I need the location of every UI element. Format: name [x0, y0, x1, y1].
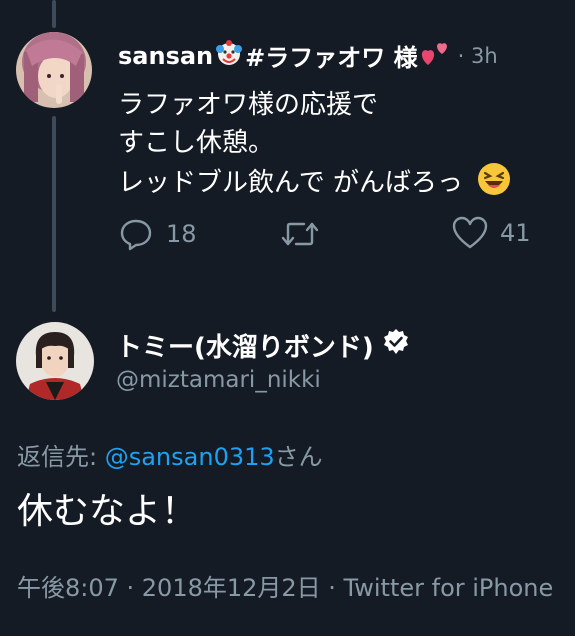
two-hearts-icon: [420, 39, 450, 73]
tweet1-line-with-emoji: レッドブル飲んで がんばろっ: [118, 162, 568, 207]
tweet2-display-name-row: トミー(水溜りボンド): [116, 327, 410, 364]
retweet-icon: [280, 216, 320, 252]
tweet-thread: sansan #ラファオワ 様 · 3h ラファオワ様の応援で すこし休憩。 レ…: [0, 0, 575, 636]
reply-to-suffix: さん: [274, 443, 323, 471]
verified-badge-icon: [382, 328, 410, 363]
reply-to-mention-link[interactable]: @sansan0313: [105, 443, 275, 471]
laughing-face-icon: [477, 162, 511, 207]
tweet2-handle[interactable]: @miztamari_nikki: [116, 367, 321, 393]
thread-line-connector: [52, 116, 56, 312]
like-icon: [452, 216, 488, 250]
like-count: 41: [500, 219, 531, 247]
tweet2-text: 休むなよ！: [17, 491, 198, 532]
tweet1-display-name[interactable]: sansan: [118, 42, 213, 70]
like-button[interactable]: 41: [452, 216, 531, 250]
clown-face-icon: [215, 39, 243, 73]
tweet1-text: ラファオワ様の応援で すこし休憩。 レッドブル飲んで がんばろっ: [118, 86, 568, 207]
reply-to-line: 返信先: @sansan0313さん: [17, 437, 323, 472]
retweet-button[interactable]: [280, 216, 320, 252]
tweet1-actions: 18 41: [118, 216, 558, 256]
tweet1-line: ラファオワ様の応援で: [118, 90, 379, 120]
tweet2-timestamp: 午後8:07 · 2018年12月2日 · Twitter for iPhone: [17, 574, 554, 602]
avatar-sansan[interactable]: [16, 32, 92, 108]
tweet1-header: sansan #ラファオワ 様 · 3h: [118, 38, 498, 73]
avatar-tomy[interactable]: [16, 322, 94, 400]
thread-line-top: [52, 0, 56, 28]
reply-icon: [118, 216, 154, 252]
reply-count: 18: [166, 220, 197, 248]
reply-to-prefix: 返信先:: [17, 443, 105, 471]
tweet1-time: · 3h: [457, 43, 498, 68]
tweet1-name-suffix: #ラファオワ 様: [245, 44, 418, 72]
tweet2-display-name[interactable]: トミー(水溜りボンド): [116, 327, 374, 364]
reply-button[interactable]: 18: [118, 216, 197, 252]
tweet1-line: すこし休憩。: [118, 128, 275, 158]
tweet1-line: レッドブル飲んで がんばろっ: [118, 168, 463, 198]
